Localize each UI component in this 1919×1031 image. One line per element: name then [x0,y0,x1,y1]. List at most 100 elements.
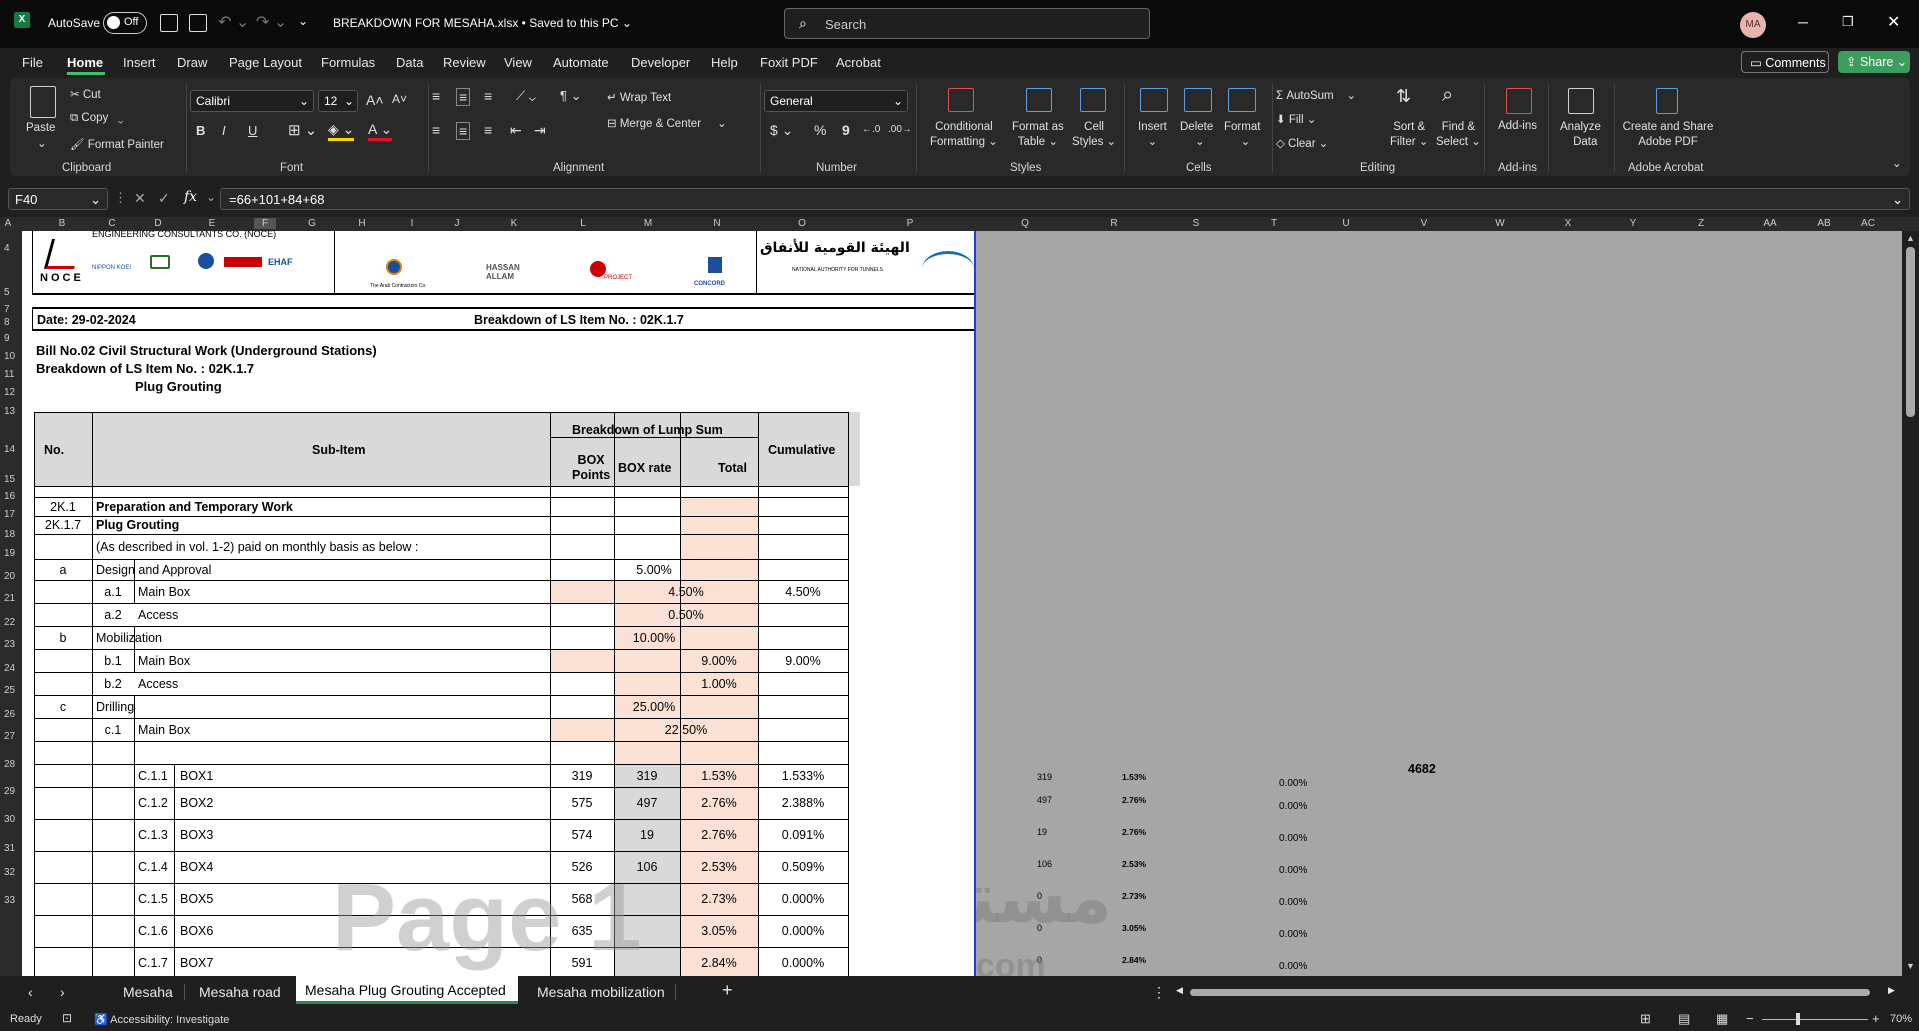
font-color-icon[interactable]: A ⌄ [368,121,393,141]
tab-formulas[interactable]: Formulas [321,55,375,70]
row-header[interactable]: 4 [4,243,10,254]
row-header[interactable]: 30 [4,814,15,825]
add-sheet-icon[interactable]: + [722,980,733,1001]
column-header[interactable]: L [580,218,586,229]
avatar[interactable]: MA [1740,12,1766,38]
row-header[interactable]: 19 [4,548,15,559]
merge-center-button[interactable]: ⊟ Merge & Center ⌄ [607,116,727,130]
zoom-in-icon[interactable]: + [1872,1011,1880,1026]
font-size-select[interactable]: 12 ⌄ [318,90,358,112]
sheet-tab-mesaha[interactable]: Mesaha [123,984,173,1000]
row-header[interactable]: 22 [4,617,15,628]
row-header[interactable]: 29 [4,786,15,797]
zoom-out-icon[interactable]: − [1746,1011,1754,1026]
close-icon[interactable]: ✕ [1887,12,1900,32]
scroll-down-icon[interactable]: ▼ [1906,961,1915,971]
row-header[interactable]: 24 [4,663,15,674]
row-header[interactable]: 23 [4,639,15,650]
save-as-icon[interactable] [189,14,207,32]
tab-draw[interactable]: Draw [177,55,207,70]
tabs-more-icon[interactable]: ⋮ [1152,984,1166,1001]
insert-cells-button[interactable]: Insert ⌄ [1138,120,1167,150]
align-top-icon[interactable]: ≡ [432,88,440,104]
format-painter-button[interactable]: 🖌 Format Painter [70,137,164,151]
row-header[interactable]: 5 [4,287,10,298]
column-header[interactable]: R [1110,218,1117,229]
row-header[interactable]: 28 [4,759,15,770]
clear-button[interactable]: ◇ Clear ⌄ [1276,136,1328,150]
row-header[interactable]: 8 [4,317,10,328]
column-header[interactable]: I [411,218,414,229]
sheet-tab-mesaha-mobilization[interactable]: Mesaha mobilization [537,984,665,1000]
worksheet-print-area[interactable]: ENGINEERING CONSULTANTS CO. (NOCE) NOCE … [22,231,976,976]
row-header[interactable]: 31 [4,843,15,854]
tab-automate[interactable]: Automate [553,55,609,70]
normal-view-icon[interactable]: ⊞ [1640,1011,1651,1027]
row-header[interactable]: 13 [4,406,15,417]
column-header[interactable]: B [59,218,66,229]
row-header[interactable]: 27 [4,731,15,742]
sheet-tab-mesaha-road[interactable]: Mesaha road [199,984,281,1000]
column-header[interactable]: W [1495,218,1504,229]
row-header[interactable]: 32 [4,867,15,878]
row-header[interactable]: 10 [4,351,15,362]
redo-icon[interactable]: ↷ ⌄ [256,12,287,32]
row-header[interactable]: 9 [4,333,10,344]
zoom-slider-thumb[interactable] [1796,1013,1800,1025]
cancel-entry-icon[interactable]: ✕ [134,190,146,207]
comma-button[interactable]: 9 [842,122,850,138]
minimize-icon[interactable]: ─ [1798,14,1808,30]
undo-icon[interactable]: ↶ ⌄ [218,12,249,32]
column-header[interactable]: AA [1763,218,1776,229]
comments-button[interactable]: ▭ Comments [1741,51,1829,73]
analyze-data-button[interactable]: Analyze Data [1560,120,1601,150]
hscroll-left-icon[interactable]: ◀ [1176,985,1183,996]
tab-home[interactable]: Home [67,55,103,70]
column-header[interactable]: A [5,218,12,229]
accessibility-status[interactable]: ♿ Accessibility: Investigate [94,1013,229,1026]
row-header[interactable]: 15 [4,474,15,485]
tab-review[interactable]: Review [443,55,486,70]
row-header[interactable]: 26 [4,709,15,720]
align-center-icon[interactable]: ≡ [456,122,471,140]
file-name[interactable]: BREAKDOWN FOR MESAHA.xlsx • Saved to thi… [333,16,632,30]
find-select-button[interactable]: Find & Select ⌄ [1436,120,1481,150]
hscroll-right-icon[interactable]: ▶ [1888,985,1895,996]
formula-input[interactable]: =66+101+84+68 ⌄ [220,188,1910,210]
tab-view[interactable]: View [504,55,532,70]
row-header[interactable]: 16 [4,491,15,502]
share-button[interactable]: ⇪ Share ⌄ [1838,51,1910,73]
indent-increase-icon[interactable]: ⇥ [534,122,546,139]
format-as-table-icon[interactable] [1026,88,1052,112]
scroll-up-icon[interactable]: ▲ [1906,233,1915,243]
quick-access-more-icon[interactable]: ⌄ [298,14,308,28]
decrease-font-icon[interactable]: A˅ [392,92,407,106]
column-header[interactable]: D [154,218,161,229]
column-header[interactable]: N [713,218,720,229]
column-header[interactable]: F [253,218,277,229]
add-ins-button[interactable]: Add-ins [1498,120,1537,132]
column-header[interactable]: AC [1861,218,1875,229]
italic-button[interactable]: I [222,123,226,138]
horizontal-scrollbar[interactable] [1190,989,1870,996]
sort-filter-icon[interactable]: ⇅ [1396,86,1411,107]
vertical-scrollbar[interactable]: ▲ ▼ [1902,231,1919,976]
zoom-level[interactable]: 70% [1890,1013,1912,1025]
currency-button[interactable]: $ ⌄ [770,122,793,139]
column-header[interactable]: K [511,218,518,229]
column-header[interactable]: P [907,218,914,229]
column-header[interactable]: V [1421,218,1428,229]
conditional-formatting-icon[interactable] [948,88,974,112]
column-header[interactable]: Y [1630,218,1637,229]
align-right-icon[interactable]: ≡ [484,122,492,138]
bold-button[interactable]: B [196,123,205,138]
borders-icon[interactable]: ⊞ ⌄ [288,121,317,139]
add-ins-icon[interactable] [1506,88,1532,114]
cell-styles-button[interactable]: Cell Styles ⌄ [1072,120,1116,150]
align-bottom-icon[interactable]: ≡ [484,88,492,104]
number-format-select[interactable]: General ⌄ [764,90,908,112]
row-header[interactable]: 17 [4,509,15,520]
macro-record-icon[interactable]: ⊡ [62,1011,72,1025]
tab-file[interactable]: File [22,55,43,70]
paste-icon[interactable] [30,86,56,118]
